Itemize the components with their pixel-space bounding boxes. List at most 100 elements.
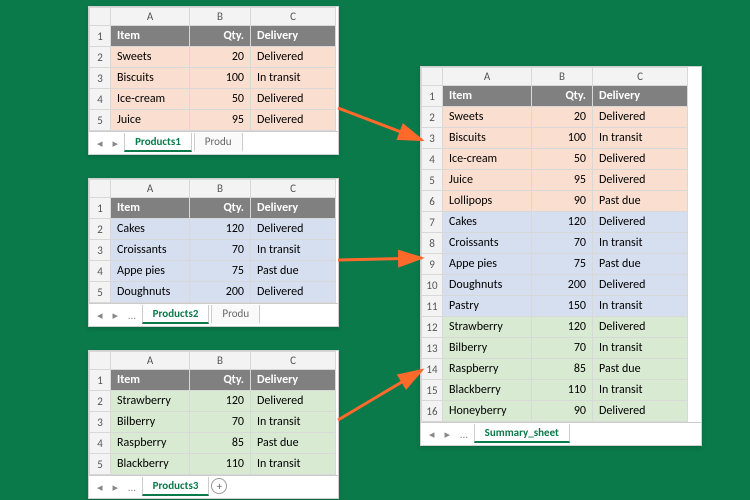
- cell-item[interactable]: Sweets: [443, 107, 532, 128]
- cell-item[interactable]: Doughnuts: [111, 282, 190, 303]
- cell-header-delivery[interactable]: Delivery: [251, 26, 336, 47]
- cell-header-qty[interactable]: Qty.: [190, 370, 251, 391]
- cell-item[interactable]: Juice: [111, 110, 190, 131]
- col-header-c[interactable]: C: [251, 8, 336, 26]
- cell-delivery[interactable]: In transit: [251, 68, 336, 89]
- tab-nav-next-icon[interactable]: ▸: [109, 309, 123, 322]
- cell-qty[interactable]: 120: [532, 317, 593, 338]
- cell-qty[interactable]: 100: [190, 68, 251, 89]
- cell-qty[interactable]: 95: [190, 110, 251, 131]
- row-header[interactable]: 5: [90, 282, 111, 303]
- row-header[interactable]: 15: [422, 380, 443, 401]
- cell-qty[interactable]: 75: [190, 261, 251, 282]
- cell-qty[interactable]: 50: [532, 149, 593, 170]
- tab-nav-next-icon[interactable]: ▸: [109, 137, 123, 150]
- cell-delivery[interactable]: In transit: [251, 412, 336, 433]
- cell-item[interactable]: Honeyberry: [443, 401, 532, 422]
- row-col-corner[interactable]: [90, 8, 111, 26]
- row-header[interactable]: 4: [90, 261, 111, 282]
- row-header[interactable]: 4: [90, 89, 111, 110]
- cell-delivery[interactable]: In transit: [593, 233, 688, 254]
- col-header-c[interactable]: C: [251, 180, 336, 198]
- tab-nav-prev-icon[interactable]: ◂: [93, 137, 107, 150]
- cell-header-qty[interactable]: Qty.: [190, 198, 251, 219]
- cell-delivery[interactable]: Past due: [251, 261, 336, 282]
- row-header[interactable]: 16: [422, 401, 443, 422]
- cell-qty[interactable]: 90: [532, 191, 593, 212]
- tab-nav-next-icon[interactable]: ▸: [109, 481, 123, 494]
- row-header[interactable]: 3: [90, 68, 111, 89]
- cell-delivery[interactable]: In transit: [251, 454, 336, 475]
- cell-item[interactable]: Bilberry: [111, 412, 190, 433]
- row-header[interactable]: 11: [422, 296, 443, 317]
- cell-header-item[interactable]: Item: [111, 198, 190, 219]
- row-header[interactable]: 2: [90, 47, 111, 68]
- cell-item[interactable]: Appe pies: [443, 254, 532, 275]
- cell-qty[interactable]: 85: [532, 359, 593, 380]
- col-header-a[interactable]: A: [443, 68, 532, 86]
- cell-delivery[interactable]: Delivered: [593, 149, 688, 170]
- cell-delivery[interactable]: Past due: [593, 254, 688, 275]
- row-col-corner[interactable]: [90, 352, 111, 370]
- cell-qty[interactable]: 50: [190, 89, 251, 110]
- cell-delivery[interactable]: In transit: [593, 296, 688, 317]
- col-header-a[interactable]: A: [111, 180, 190, 198]
- cell-delivery[interactable]: Delivered: [593, 317, 688, 338]
- cell-item[interactable]: Blackberry: [111, 454, 190, 475]
- row-header[interactable]: 12: [422, 317, 443, 338]
- cell-header-item[interactable]: Item: [111, 370, 190, 391]
- row-col-corner[interactable]: [90, 180, 111, 198]
- cell-qty[interactable]: 120: [532, 212, 593, 233]
- cell-header-item[interactable]: Item: [111, 26, 190, 47]
- cell-qty[interactable]: 70: [190, 412, 251, 433]
- col-header-a[interactable]: A: [111, 352, 190, 370]
- cell-qty[interactable]: 20: [190, 47, 251, 68]
- col-header-b[interactable]: B: [532, 68, 593, 86]
- col-header-c[interactable]: C: [593, 68, 688, 86]
- cell-qty[interactable]: 70: [532, 233, 593, 254]
- cell-qty[interactable]: 75: [532, 254, 593, 275]
- cell-delivery[interactable]: Delivered: [251, 219, 336, 240]
- cell-qty[interactable]: 120: [190, 219, 251, 240]
- row-header[interactable]: 4: [90, 433, 111, 454]
- cell-delivery[interactable]: In transit: [593, 338, 688, 359]
- row-header[interactable]: 7: [422, 212, 443, 233]
- cell-header-qty[interactable]: Qty.: [532, 86, 593, 107]
- new-sheet-icon[interactable]: +: [211, 478, 227, 494]
- cell-item[interactable]: Ice-cream: [111, 89, 190, 110]
- row-header[interactable]: 2: [422, 107, 443, 128]
- cell-qty[interactable]: 20: [532, 107, 593, 128]
- cell-qty[interactable]: 120: [190, 391, 251, 412]
- cell-qty[interactable]: 150: [532, 296, 593, 317]
- cell-delivery[interactable]: Delivered: [251, 110, 336, 131]
- cell-item[interactable]: Cakes: [443, 212, 532, 233]
- cell-item[interactable]: Ice-cream: [443, 149, 532, 170]
- cell-item[interactable]: Blackberry: [443, 380, 532, 401]
- cell-delivery[interactable]: In transit: [593, 128, 688, 149]
- row-header[interactable]: 10: [422, 275, 443, 296]
- tab-nav-next-icon[interactable]: ▸: [441, 428, 455, 441]
- cell-item[interactable]: Raspberry: [111, 433, 190, 454]
- cell-qty[interactable]: 200: [532, 275, 593, 296]
- cell-delivery[interactable]: Delivered: [251, 391, 336, 412]
- row-header[interactable]: 14: [422, 359, 443, 380]
- cell-item[interactable]: Biscuits: [443, 128, 532, 149]
- cell-qty[interactable]: 70: [532, 338, 593, 359]
- cell-delivery[interactable]: Past due: [251, 433, 336, 454]
- row-col-corner[interactable]: [422, 68, 443, 86]
- cell-header-qty[interactable]: Qty.: [190, 26, 251, 47]
- cell-header-item[interactable]: Item: [443, 86, 532, 107]
- cell-item[interactable]: Cakes: [111, 219, 190, 240]
- cell-item[interactable]: Lollipops: [443, 191, 532, 212]
- tab-nav-more-icon[interactable]: …: [124, 481, 140, 494]
- cell-item[interactable]: Raspberry: [443, 359, 532, 380]
- tab-nav-prev-icon[interactable]: ◂: [93, 481, 107, 494]
- row-header[interactable]: 1: [90, 26, 111, 47]
- col-header-b[interactable]: B: [190, 8, 251, 26]
- tab-nav-more-icon[interactable]: …: [124, 309, 140, 322]
- cell-qty[interactable]: 85: [190, 433, 251, 454]
- cell-delivery[interactable]: In transit: [593, 380, 688, 401]
- cell-item[interactable]: Biscuits: [111, 68, 190, 89]
- row-header[interactable]: 4: [422, 149, 443, 170]
- row-header[interactable]: 3: [90, 240, 111, 261]
